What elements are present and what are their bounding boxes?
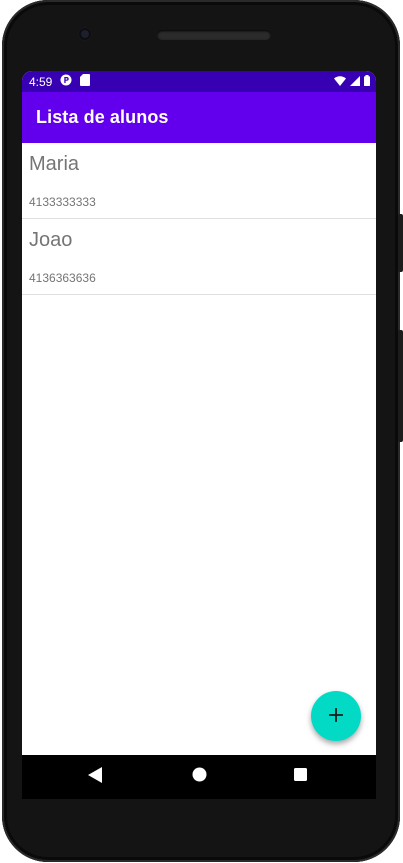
back-icon [88, 766, 102, 788]
volume-button [398, 330, 403, 442]
sd-card-icon [80, 74, 91, 89]
screen: 4:59 Lista de alunos Maria 4133333333 Jo… [22, 71, 376, 755]
list-item[interactable]: Maria 4133333333 [22, 143, 376, 219]
earpiece-speaker [157, 30, 271, 40]
battery-icon [364, 74, 370, 89]
front-camera [79, 28, 91, 40]
student-name: Joao [29, 229, 73, 251]
app-bar: Lista de alunos [22, 92, 376, 143]
add-student-button[interactable] [311, 691, 361, 741]
list-item[interactable]: Joao 4136363636 [22, 219, 376, 295]
recents-icon [293, 768, 307, 786]
student-list: Maria 4133333333 Joao 4136363636 [22, 143, 376, 295]
power-button [398, 214, 403, 272]
wifi-icon [334, 75, 346, 89]
status-time: 4:59 [29, 74, 53, 89]
recents-button[interactable] [288, 765, 312, 789]
page-title: Lista de alunos [36, 107, 169, 127]
home-button[interactable] [187, 765, 211, 789]
p-badge-icon [60, 74, 72, 89]
back-button[interactable] [83, 765, 107, 789]
navigation-bar [22, 755, 376, 799]
home-icon [192, 767, 207, 787]
plus-icon [329, 707, 343, 725]
student-phone: 4136363636 [29, 271, 96, 285]
student-name: Maria [29, 153, 80, 175]
cell-signal-icon [350, 75, 360, 89]
status-bar: 4:59 [22, 71, 376, 92]
student-phone: 4133333333 [29, 195, 96, 209]
device-stage: 4:59 Lista de alunos Maria 4133333333 Jo… [0, 0, 403, 863]
